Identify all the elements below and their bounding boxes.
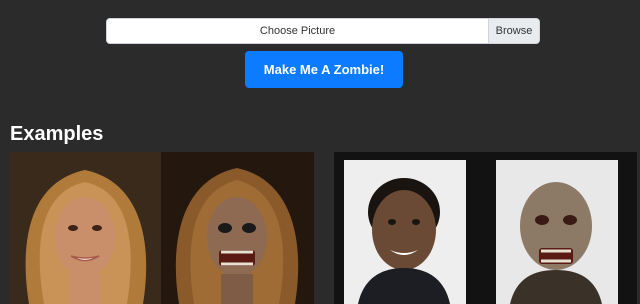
examples-heading: Examples	[10, 123, 104, 145]
choose-picture-label[interactable]: Choose Picture	[107, 19, 488, 43]
example-image-1	[9, 152, 314, 304]
file-picker[interactable]: Choose Picture Browse	[106, 18, 540, 44]
browse-button[interactable]: Browse	[488, 19, 539, 43]
example-image-2	[334, 152, 637, 304]
page: Choose Picture Browse Make Me A Zombie! …	[0, 0, 640, 304]
make-zombie-button[interactable]: Make Me A Zombie!	[245, 51, 403, 88]
